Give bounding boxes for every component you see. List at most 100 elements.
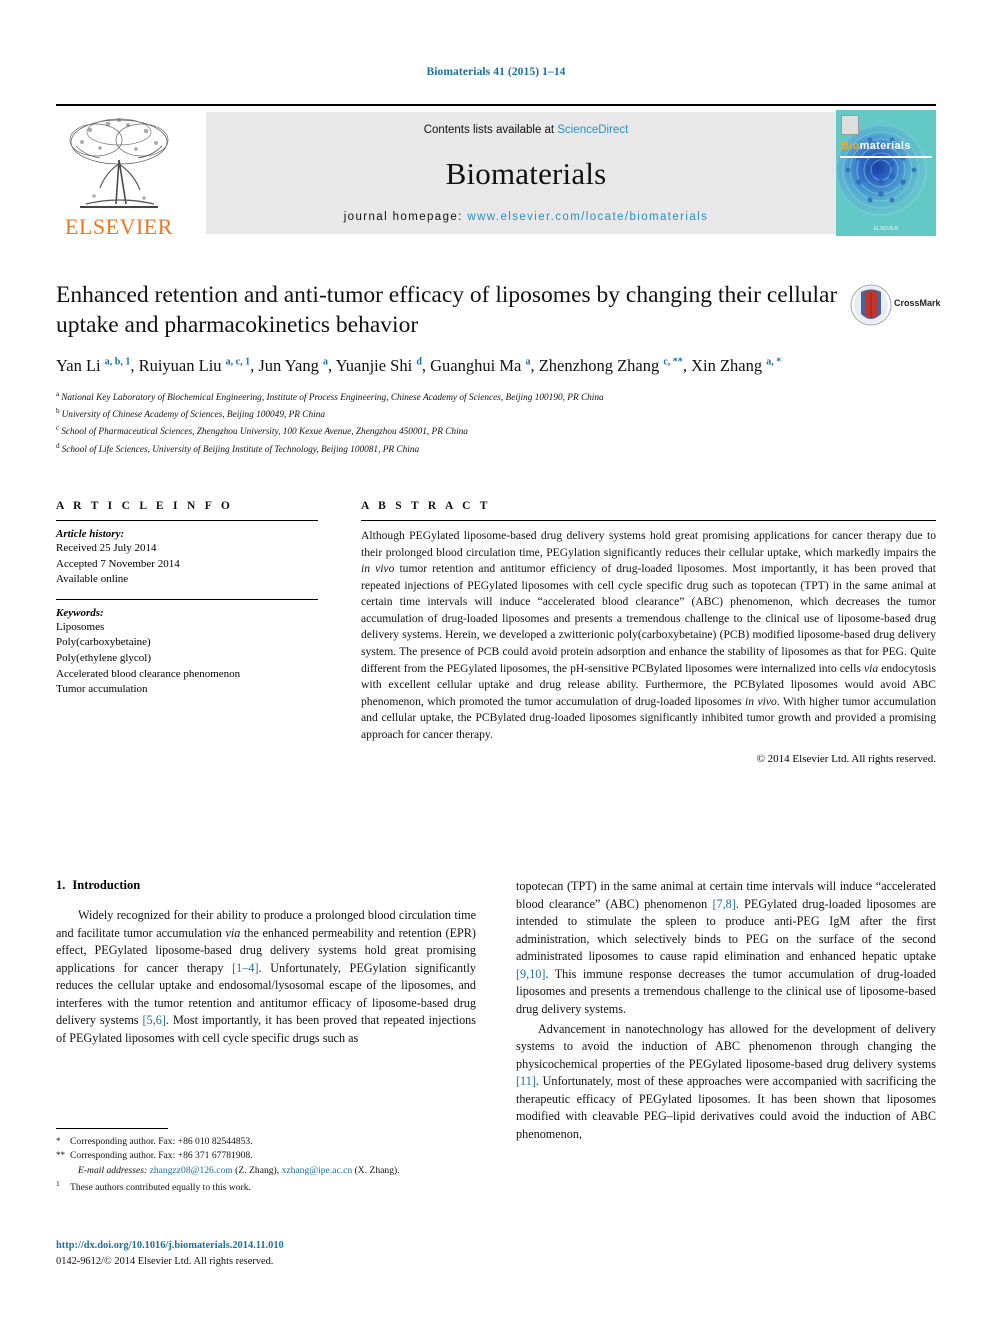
author-name: Ruiyuan Liu (138, 356, 226, 376)
abstract-italic-1: in vivo (361, 562, 395, 576)
author-separator: , (530, 356, 539, 376)
footnote-corresponding-1: * Corresponding author. Fax: +86 010 8254… (56, 1135, 476, 1149)
author-separator: , (682, 356, 692, 376)
elsevier-logo: ELSEVIER (56, 112, 182, 239)
footnote-text: These authors contributed equally to thi… (70, 1182, 251, 1194)
crossmark-icon (850, 284, 892, 326)
history-item: Accepted 7 November 2014 (56, 557, 180, 570)
intro-right-c: . This immune response decreases the tum… (516, 966, 936, 1016)
cover-footer-text: ELSEVIER (873, 226, 899, 232)
title-block: Enhanced retention and anti-tumor effica… (56, 280, 941, 458)
journal-cover-thumbnail: Biomaterials ELSEVIER (836, 110, 936, 236)
keywords-list: Liposomes Poly(carboxybetaine) Poly(ethy… (56, 620, 318, 698)
citation-link[interactable]: [5,6] (143, 1013, 166, 1027)
abstract-column: A B S T R A C T Although PEGylated lipos… (361, 500, 936, 765)
footnote-divider (56, 1128, 168, 1129)
body-column-left: 1. Introduction Widely recognized for the… (56, 878, 476, 1050)
affiliation-mark: a (56, 390, 60, 399)
article-history-list: Received 25 July 2014 Accepted 7 Novembe… (56, 541, 318, 588)
history-item: Available online (56, 573, 129, 586)
citation-link[interactable]: [1–4] (232, 961, 258, 975)
affiliation-text: School of Life Sciences, University of B… (61, 444, 420, 455)
email-link-2[interactable]: xzhang@ipe.ac.cn (282, 1165, 353, 1176)
author-affiliation-mark: a, c, 1 (225, 356, 251, 368)
abstract-part-1: Although PEGylated liposome-based drug d… (361, 529, 936, 559)
email-owner-2: (X. Zhang). (352, 1164, 400, 1176)
contents-available-line: Contents lists available at ScienceDirec… (206, 124, 846, 136)
author-name: Yan Li (56, 356, 105, 376)
email-label: E-mail addresses: (78, 1164, 148, 1176)
author-name: Xin Zhang (691, 356, 767, 376)
affiliation-item: d School of Life Sciences, University of … (56, 441, 936, 458)
info-divider-top (56, 520, 318, 521)
section-number: 1. (56, 878, 66, 892)
issn-copyright: 0142-9612/© 2014 Elsevier Ltd. All right… (56, 1255, 274, 1267)
keyword-item: Poly(ethylene glycol) (56, 652, 152, 665)
article-info-column: A R T I C L E I N F O Article history: R… (56, 500, 318, 698)
intro-paragraph-2: Advancement in nanotechnology has allowe… (516, 1021, 936, 1144)
abstract-divider (361, 520, 936, 521)
journal-homepage-line: journal homepage: www.elsevier.com/locat… (206, 211, 846, 223)
copyright-line: © 2014 Elsevier Ltd. All rights reserved… (756, 752, 936, 765)
journal-masthead: Contents lists available at ScienceDirec… (206, 112, 846, 234)
affiliation-text: School of Pharmaceutical Sciences, Zheng… (61, 427, 468, 438)
intro-paragraph-1-left: Widely recognized for their ability to p… (56, 907, 476, 1048)
affiliation-text: National Key Laboratory of Biochemical E… (61, 393, 604, 404)
affiliation-mark: c (56, 424, 60, 433)
footnotes-block: * Corresponding author. Fax: +86 010 8254… (56, 1128, 476, 1196)
affiliation-text: University of Chinese Academy of Science… (61, 410, 326, 421)
abstract-italic-2: via (864, 661, 879, 675)
footnote-mark: ** (56, 1150, 65, 1161)
homepage-link[interactable]: www.elsevier.com/locate/biomaterials (467, 211, 708, 223)
keyword-item: Liposomes (56, 620, 105, 633)
doi-link[interactable]: http://dx.doi.org/10.1016/j.biomaterials… (56, 1238, 476, 1254)
author-affiliation-mark: a, b, 1 (104, 356, 131, 368)
author-name: Zhenzhong Zhang (538, 356, 664, 376)
abstract-text: Although PEGylated liposome-based drug d… (361, 528, 936, 744)
history-item: Received 25 July 2014 (56, 542, 157, 554)
section-title: Introduction (72, 878, 141, 892)
intro-paragraph-1-right: topotecan (TPT) in the same animal at ce… (516, 878, 936, 1019)
journal-title: Biomaterials (445, 156, 607, 191)
footnote-emails: E-mail addresses: zhangzz08@126.com (Z. … (56, 1164, 476, 1178)
info-divider-mid (56, 598, 318, 600)
keywords-label: Keywords: (56, 606, 104, 619)
intro-p2-b: . Unfortunately, most of these approache… (516, 1074, 936, 1141)
abstract-heading: A B S T R A C T (361, 500, 491, 512)
affiliation-mark: d (56, 441, 60, 450)
paper-page: Biomaterials 41 (2015) 1–14 ELSEVIER Con… (0, 0, 992, 1323)
footnote-mark: 1 (56, 1179, 60, 1189)
elsevier-wordmark: ELSEVIER (65, 214, 173, 239)
page-title: Enhanced retention and anti-tumor effica… (56, 282, 838, 339)
author-name: Guanghui Ma (430, 356, 526, 376)
author-separator: , (421, 356, 431, 376)
email-link-1[interactable]: zhangzz08@126.com (150, 1165, 233, 1176)
footnote-equal-contribution: 1 These authors contributed equally to th… (56, 1178, 476, 1196)
intro-italic-via: via (225, 925, 241, 940)
affiliation-item: c School of Pharmaceutical Sciences, Zhen… (56, 423, 936, 440)
author-list: Yan Li a, b, 1, Ruiyuan Liu a, c, 1, Jun… (56, 354, 856, 378)
affiliation-item: a National Key Laboratory of Biochemical … (56, 389, 936, 406)
citation-link[interactable]: [9,10] (516, 967, 545, 981)
keyword-item: Tumor accumulation (56, 683, 148, 696)
cover-title-bio: Bio (841, 140, 860, 152)
citation-link[interactable]: [11] (516, 1074, 536, 1088)
doi-block: http://dx.doi.org/10.1016/j.biomaterials… (56, 1238, 476, 1269)
email-owner-1: (Z. Zhang), (232, 1164, 282, 1176)
author-affiliation-mark: a, * (766, 356, 782, 368)
sciencedirect-link[interactable]: ScienceDirect (557, 124, 628, 136)
author-affiliation-mark: c, ** (663, 356, 683, 368)
crossmark-badge[interactable]: CrossMark (850, 284, 941, 328)
journal-citation: Biomaterials 41 (2015) 1–14 (426, 66, 566, 78)
homepage-prefix: journal homepage: (343, 211, 468, 223)
footnote-mark: * (56, 1136, 61, 1146)
footnote-text: Corresponding author. Fax: +86 371 67781… (70, 1150, 253, 1162)
contents-prefix: Contents lists available at (423, 124, 558, 136)
keyword-item: Accelerated blood clearance phenomenon (56, 667, 241, 680)
body-column-right: topotecan (TPT) in the same animal at ce… (516, 878, 936, 1145)
citation-link[interactable]: [7,8] (712, 897, 735, 911)
affiliation-list: a National Key Laboratory of Biochemical … (56, 389, 936, 458)
author-name: Jun Yang (258, 356, 324, 376)
abstract-italic-3: in vivo (745, 694, 777, 708)
affiliation-item: b University of Chinese Academy of Scienc… (56, 406, 936, 423)
